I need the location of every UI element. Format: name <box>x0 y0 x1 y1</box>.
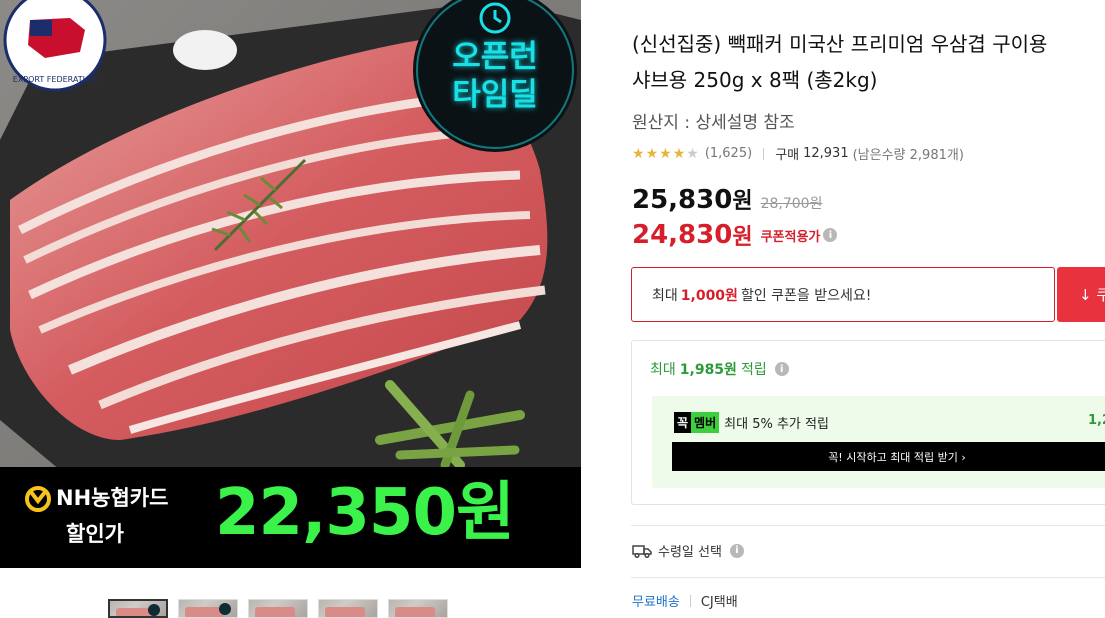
reward-amount: 1,985원 <box>679 362 737 378</box>
coupon-price: 24,830 <box>632 220 733 250</box>
sale-price: 25,830 <box>632 185 733 215</box>
divider <box>631 577 1105 578</box>
thumbnail-1[interactable] <box>108 599 168 618</box>
carrier-name: CJ택배 <box>700 595 738 610</box>
coupon-applied-tag: 쿠폰적용가 <box>760 229 821 245</box>
promo-card-name: NH농협카드 <box>56 486 169 510</box>
thumbnail-3[interactable] <box>248 599 308 618</box>
truck-icon <box>632 544 652 558</box>
member-benefit-line: 꼭 멤버 최대 5% 추가 적립 <box>674 412 829 433</box>
delivery-date-label: 수령일 선택 <box>658 545 722 560</box>
star-rating[interactable]: ★ ★ ★ ★ ★ <box>632 147 699 161</box>
badge-line-2: 타임딜 <box>452 77 538 113</box>
sale-price-row: 25,830 원 28,700원 <box>632 183 822 215</box>
reward-suffix: 적립 <box>740 362 767 378</box>
coupon-suffix: 할인 쿠폰을 받으세요! <box>740 287 872 304</box>
rating-row: ★ ★ ★ ★ ★ (1,625) 구매 12,931 (남은수량 2,981개… <box>632 144 964 163</box>
product-title: (신선집중) 빽패커 미국산 프리미엄 우삼겹 구이용 샤브용 250g x 8… <box>632 32 1048 92</box>
purchase-count: 12,931 <box>803 146 849 161</box>
purchase-label: 구매 <box>775 148 800 163</box>
nh-logo-icon <box>25 486 51 512</box>
coupon-price-unit: 원 <box>732 225 753 250</box>
coupon-download-button[interactable]: ↓ 쿠 <box>1057 267 1105 322</box>
thumbnail-strip <box>108 599 448 618</box>
review-count-link[interactable]: (1,625) <box>705 146 752 161</box>
star-half-icon: ★ <box>686 145 699 162</box>
sale-price-unit: 원 <box>732 189 753 214</box>
member-benefit-text: 최대 5% 추가 적립 <box>724 417 829 432</box>
coupon-price-row: 24,830 원 쿠폰적용가 i <box>632 219 838 251</box>
coupon-banner[interactable]: 최대 1,000원 할인 쿠폰을 받으세요! <box>631 267 1055 322</box>
divider <box>763 147 765 160</box>
star-icon: ★ <box>659 145 672 162</box>
coupon-amount: 1,000원 <box>680 287 738 304</box>
info-icon[interactable]: i <box>774 362 789 376</box>
member-signup-button[interactable]: 꼭! 시작하고 최대 적립 받기 › <box>672 442 1105 471</box>
thumbnail-5[interactable] <box>388 599 448 618</box>
member-benefit-amount: 1,2 <box>1088 413 1105 428</box>
reward-prefix: 최대 <box>650 362 676 378</box>
thumbnail-2[interactable] <box>178 599 238 618</box>
product-origin: 원산지 : 상세설명 참조 <box>632 113 795 133</box>
star-icon: ★ <box>672 145 686 162</box>
divider <box>631 525 1105 526</box>
reward-title: 최대 1,985원 적립 i <box>650 359 789 379</box>
star-icon: ★ <box>632 145 645 162</box>
free-shipping-label: 무료배송 <box>632 595 680 610</box>
coupon-prefix: 최대 <box>652 287 678 304</box>
star-icon: ★ <box>645 145 659 162</box>
member-badge: 멤버 <box>691 412 720 433</box>
badge-line-1: 오픈런 <box>452 39 538 75</box>
time-deal-badge: 오픈런 타임딜 <box>425 38 565 114</box>
svg-text:EXPORT FEDERATION: EXPORT FEDERATION <box>13 75 98 84</box>
delivery-date-row[interactable]: 수령일 선택 i <box>632 541 744 560</box>
divider <box>689 594 691 607</box>
original-price: 28,700원 <box>760 196 823 212</box>
kkok-badge: 꼭 <box>674 412 692 433</box>
member-benefit-box: 꼭 멤버 최대 5% 추가 적립 1,2 꼭! 시작하고 최대 적립 받기 › <box>652 396 1105 488</box>
shipping-row: 무료배송 CJ택배 <box>632 591 738 610</box>
info-icon[interactable]: i <box>823 228 838 242</box>
remaining-stock: (남은수량 2,981개) <box>852 148 964 163</box>
info-icon[interactable]: i <box>729 543 744 558</box>
promo-discount-label: 할인가 <box>66 522 124 546</box>
reward-section: 최대 1,985원 적립 i 꼭 멤버 최대 5% 추가 적립 1,2 꼭! 시… <box>631 340 1105 505</box>
promo-price: 22,350원 <box>215 476 515 550</box>
thumbnail-4[interactable] <box>318 599 378 618</box>
product-main-image: EXPORT FEDERATION 오픈런 타임딜 NH농협카드 할인가 22,… <box>0 0 581 568</box>
